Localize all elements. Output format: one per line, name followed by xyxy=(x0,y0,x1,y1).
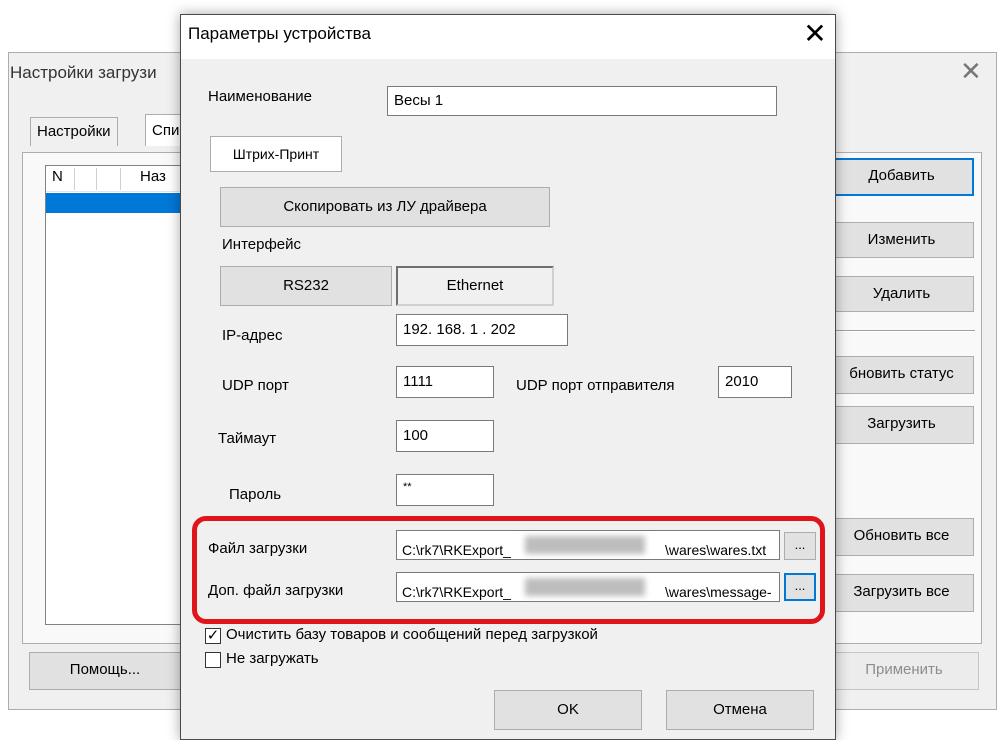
column-header-name[interactable]: Наз xyxy=(140,168,166,185)
apply-button: Применить xyxy=(829,652,979,690)
background-window-title: Настройки загрузи xyxy=(10,63,157,82)
close-icon[interactable]: ✕ xyxy=(960,58,982,84)
refresh-all-button[interactable]: Обновить все xyxy=(829,518,974,556)
timeout-input[interactable]: 100 xyxy=(396,420,494,452)
checkbox-icon[interactable]: ✓ xyxy=(205,628,221,644)
close-icon[interactable]: ✕ xyxy=(797,14,833,54)
load-all-button[interactable]: Загрузить все xyxy=(829,574,974,612)
timeout-label: Таймаут xyxy=(218,430,277,447)
load-button[interactable]: Загрузить xyxy=(829,406,974,444)
interface-ethernet-button[interactable]: Ethernet xyxy=(396,266,554,306)
dialog-title: Параметры устройства xyxy=(188,24,371,43)
name-label: Наименование xyxy=(208,88,312,105)
red-highlight-box xyxy=(192,516,825,624)
column-divider xyxy=(96,168,97,190)
ip-address-label: IP-адрес xyxy=(222,327,283,344)
password-input[interactable]: ** xyxy=(396,474,494,506)
ok-button[interactable]: OK xyxy=(494,690,642,730)
ip-address-input[interactable]: 192. 168. 1 . 202 xyxy=(396,314,568,346)
clear-database-label[interactable]: Очистить базу товаров и сообщений перед … xyxy=(226,626,598,643)
tab-shtrih-print[interactable]: Штрих-Принт xyxy=(210,136,342,172)
column-header-n[interactable]: N xyxy=(52,168,63,185)
help-button[interactable]: Помощь... xyxy=(29,652,181,690)
column-divider xyxy=(120,168,121,190)
do-not-load-label[interactable]: Не загружать xyxy=(226,650,319,667)
add-button[interactable]: Добавить xyxy=(829,158,974,196)
tab-settings[interactable]: Настройки xyxy=(30,117,118,146)
column-divider xyxy=(74,168,75,190)
name-input[interactable]: Весы 1 xyxy=(387,86,777,116)
interface-rs232-button[interactable]: RS232 xyxy=(220,266,392,306)
interface-label: Интерфейс xyxy=(222,236,302,253)
refresh-status-button[interactable]: бновить статус xyxy=(829,356,974,394)
password-label: Пароль xyxy=(229,486,282,503)
udp-port-input[interactable]: 1111 xyxy=(396,366,494,398)
copy-from-driver-button[interactable]: Скопировать из ЛУ драйвера xyxy=(220,187,550,227)
udp-sender-port-label: UDP порт отправителя xyxy=(516,377,675,394)
edit-button[interactable]: Изменить xyxy=(829,222,974,258)
checkbox-icon[interactable] xyxy=(205,652,221,668)
separator xyxy=(835,330,975,332)
delete-button[interactable]: Удалить xyxy=(829,276,974,312)
udp-port-label: UDP порт xyxy=(222,377,289,394)
udp-sender-port-input[interactable]: 2010 xyxy=(718,366,792,398)
cancel-button[interactable]: Отмена xyxy=(666,690,814,730)
